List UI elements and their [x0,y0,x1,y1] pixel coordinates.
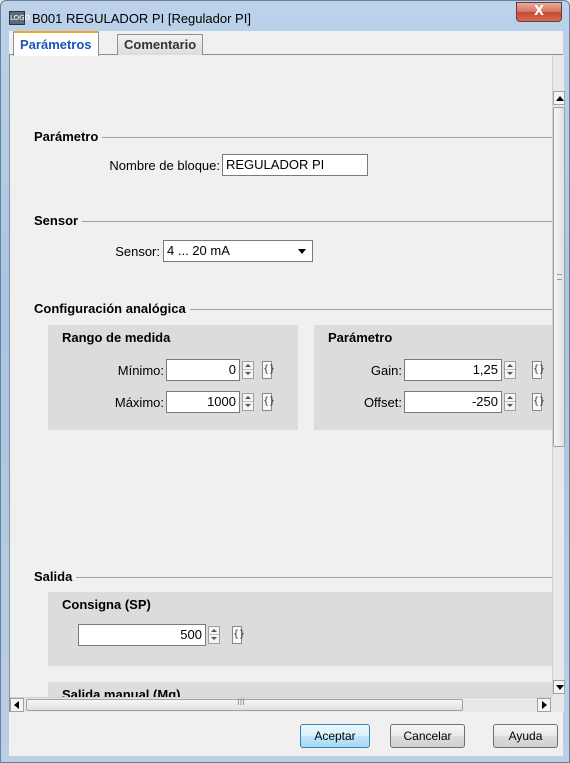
gain-label: Gain: [370,363,402,378]
window-title: B001 REGULADOR PI [Regulador PI] [32,11,251,26]
consigna-group: Consigna (SP) 500 {} [48,592,552,666]
logo-app-icon: LOGO [9,11,30,25]
gain-input[interactable]: 1,25 [404,359,502,381]
grip-icon [557,274,562,280]
tab-comentario[interactable]: Comentario [117,34,204,55]
salida-manual-group: Salida manual (Mq) {} [48,682,552,697]
close-button[interactable]: X [516,2,562,22]
cancel-button[interactable]: Cancelar [390,724,465,748]
scroll-right-button[interactable] [537,698,551,712]
horizontal-scrollbar[interactable]: III [10,697,552,712]
arrow-up-icon [556,96,564,101]
rango-medida-title: Rango de medida [62,330,171,345]
section-title-salida: Salida [34,569,77,584]
vertical-scroll-thumb[interactable] [553,107,565,447]
chevron-down-icon[interactable] [505,370,515,378]
gain-stepper[interactable] [504,361,516,379]
scroll-content: Parámetro Nombre de bloque: REGULADOR PI… [10,55,552,697]
rango-medida-group: Rango de medida Mínimo: 0 {} Máximo: 100… [48,325,298,430]
chevron-up-icon[interactable] [505,394,515,402]
sensor-label: Sensor: [115,244,160,259]
salida-manual-title: Salida manual (Mq) [62,687,181,697]
chevron-down-icon[interactable] [505,402,515,410]
scroll-left-button[interactable] [10,698,24,712]
arrow-down-icon [556,685,564,690]
tab-panel: Parámetro Nombre de bloque: REGULADOR PI… [9,55,565,712]
parametro-group: Parámetro Gain: 1,25 {} Offset: -250 {} [314,325,552,430]
offset-reference-button[interactable]: {} [532,393,545,411]
offset-stepper[interactable] [504,393,516,411]
offset-label: Offset: [363,395,402,410]
minimo-stepper[interactable] [242,361,254,379]
maximo-stepper[interactable] [242,393,254,411]
chevron-down-icon[interactable] [243,402,253,410]
horizontal-scroll-thumb[interactable]: III [26,698,463,711]
tab-strip: Parámetros Comentario [9,31,563,56]
maximo-label: Máximo: [114,395,164,410]
offset-input[interactable]: -250 [404,391,502,413]
accept-button[interactable]: Aceptar [300,724,370,748]
section-divider [34,137,552,138]
vertical-scrollbar[interactable] [552,55,565,697]
section-title-config-analogica: Configuración analógica [34,301,190,316]
tab-parametros[interactable]: Parámetros [13,31,99,56]
chevron-down-icon [298,249,306,254]
gain-reference-button[interactable]: {} [532,361,545,379]
chevron-down-icon[interactable] [243,370,253,378]
minimo-input[interactable]: 0 [166,359,240,381]
section-divider [34,221,552,222]
consigna-input[interactable]: 500 [78,624,206,646]
chevron-up-icon[interactable] [209,627,219,635]
chevron-up-icon[interactable] [243,394,253,402]
dialog-footer: Aceptar Cancelar Ayuda [9,712,563,756]
maximo-reference-button[interactable]: {} [262,393,275,411]
scrollbar-corner [552,697,564,712]
chevron-up-icon[interactable] [505,362,515,370]
section-title-parametro: Parámetro [34,129,103,144]
maximo-input[interactable]: 1000 [166,391,240,413]
arrow-left-icon [14,701,19,709]
consigna-title: Consigna (SP) [62,597,151,612]
block-name-input[interactable]: REGULADOR PI [222,154,368,176]
block-name-label: Nombre de bloque: [109,158,220,173]
sensor-select[interactable]: 4 ... 20 mA [163,240,313,262]
client-area: Parámetros Comentario Parámetro Nombre d… [9,31,565,756]
chevron-up-icon[interactable] [243,362,253,370]
scroll-up-button[interactable] [553,91,565,105]
parametro-group-title: Parámetro [328,330,393,345]
consigna-reference-button[interactable]: {} [232,626,245,644]
sensor-select-value: 4 ... 20 mA [167,243,230,258]
help-button[interactable]: Ayuda [493,724,558,748]
consigna-stepper[interactable] [208,626,220,644]
arrow-right-icon [542,701,547,709]
minimo-label: Mínimo: [117,363,164,378]
minimo-reference-button[interactable]: {} [262,361,275,379]
section-divider [34,577,552,578]
chevron-down-icon[interactable] [209,635,219,643]
grip-icon: III [237,698,245,708]
dialog-window: LOGO B001 REGULADOR PI [Regulador PI] X … [0,0,570,763]
section-title-sensor: Sensor [34,213,83,228]
scroll-down-button[interactable] [553,680,565,694]
